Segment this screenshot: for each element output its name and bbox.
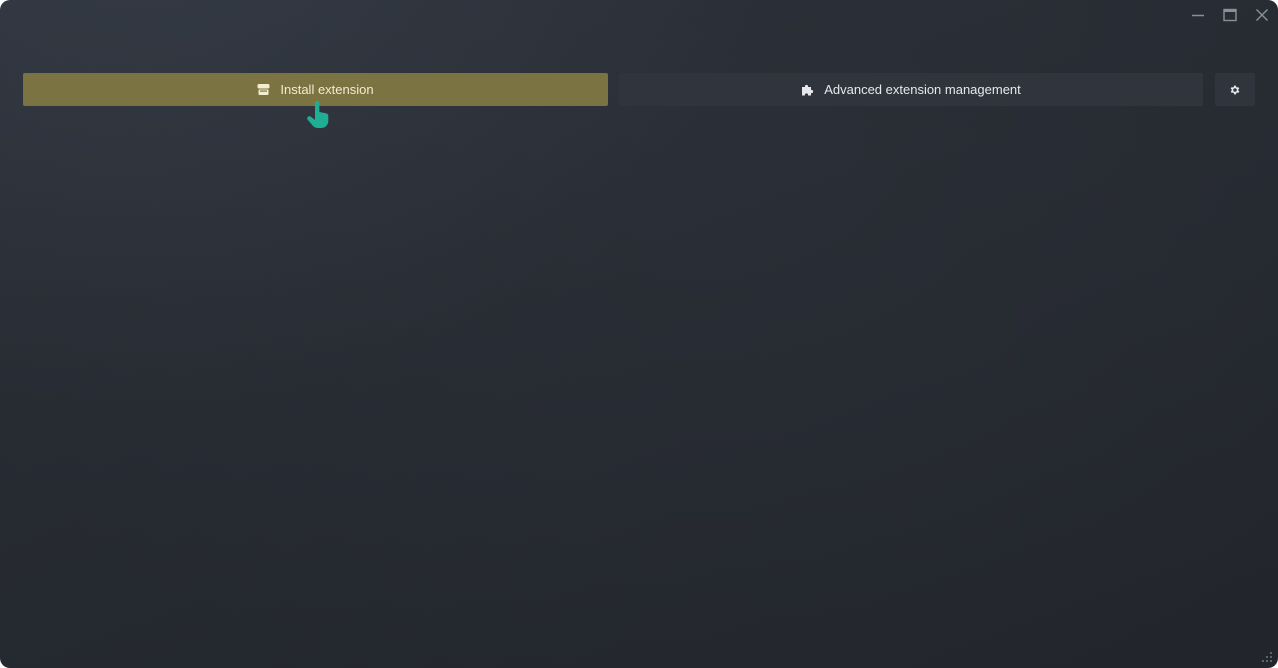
minimize-icon bbox=[1192, 14, 1204, 17]
install-extension-label: Install extension bbox=[280, 82, 374, 97]
settings-button[interactable] bbox=[1215, 73, 1255, 106]
close-icon bbox=[1256, 9, 1268, 21]
puzzle-icon bbox=[801, 83, 814, 96]
resize-grip-icon[interactable] bbox=[1260, 650, 1274, 664]
store-icon bbox=[257, 84, 270, 95]
maximize-icon bbox=[1223, 8, 1237, 22]
install-extension-button[interactable]: Install extension bbox=[23, 73, 608, 106]
minimize-button[interactable] bbox=[1182, 0, 1214, 30]
advanced-extension-management-label: Advanced extension management bbox=[824, 82, 1021, 97]
window-controls bbox=[1182, 0, 1278, 30]
gear-icon bbox=[1229, 84, 1241, 96]
close-button[interactable] bbox=[1246, 0, 1278, 30]
extension-manager-window: Install extension Advanced extension man… bbox=[0, 0, 1278, 668]
maximize-button[interactable] bbox=[1214, 0, 1246, 30]
advanced-extension-management-button[interactable]: Advanced extension management bbox=[619, 73, 1203, 106]
